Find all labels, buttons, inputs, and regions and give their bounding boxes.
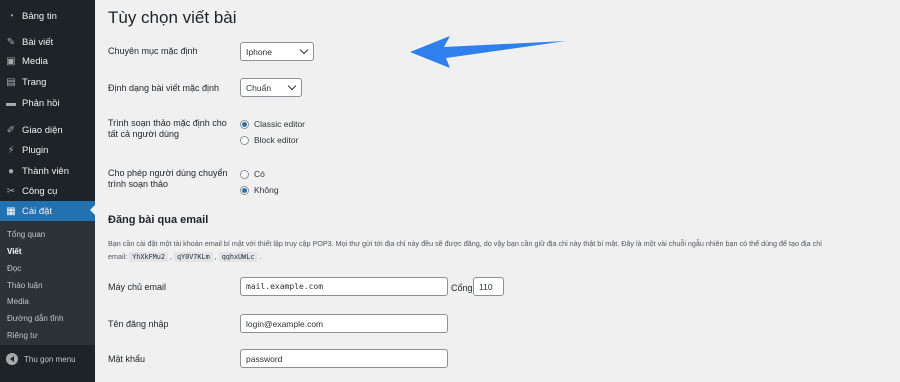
port-label: Cổng <box>451 283 473 293</box>
pin-icon: ✎ <box>6 37 16 48</box>
settings-main: Tùy chọn viết bài Chuyên mục mặc định Ip… <box>95 0 900 382</box>
menu-settings[interactable]: ▦ Cài đặt <box>0 201 95 221</box>
brush-icon: ✐ <box>6 125 16 136</box>
submenu-media[interactable]: Media <box>7 297 29 306</box>
submenu-discussion[interactable]: Thảo luận <box>7 281 43 290</box>
submenu-privacy[interactable]: Riêng tư <box>7 331 38 340</box>
default-format-select[interactable]: Chuẩn <box>240 78 302 97</box>
radio-allow-no[interactable]: Không <box>240 185 279 195</box>
annotation-arrow-icon <box>410 36 566 68</box>
collapse-arrow-icon <box>6 353 18 365</box>
submenu-writing[interactable]: Viết <box>7 247 22 256</box>
submenu-permalinks[interactable]: Đường dẫn tĩnh <box>7 314 63 323</box>
menu-pages[interactable]: ▤ Trang <box>0 73 95 92</box>
random-string: qqhxUWLc <box>218 252 258 262</box>
settings-icon: ▦ <box>6 205 16 217</box>
mail-server-label: Máy chủ email <box>108 282 167 292</box>
radio-block-editor[interactable]: Block editor <box>240 135 298 145</box>
default-category-select[interactable]: Iphone <box>240 42 314 61</box>
menu-plugins[interactable]: ⚡ Plugin <box>0 141 95 160</box>
default-editor-label: Trình soạn thảo mặc định cho tất cả ngườ… <box>108 118 227 139</box>
settings-submenu: Tổng quan Viết Đọc Thảo luận Media Đường… <box>0 221 95 345</box>
mail-server-input[interactable]: mail.example.com <box>240 277 448 296</box>
default-format-label: Định dạng bài viết mặc định <box>108 83 220 93</box>
allow-switch-label: Cho phép người dùng chuyển trình soạn th… <box>108 168 228 189</box>
password-input[interactable]: password <box>240 349 448 368</box>
radio-checked <box>240 185 249 195</box>
radio-classic-editor[interactable]: Classic editor <box>240 119 305 129</box>
radio-unchecked <box>240 135 249 145</box>
default-category-label: Chuyên mục mặc định <box>108 46 198 56</box>
random-string: qY0V7KLm <box>173 252 213 262</box>
collapse-menu-button[interactable]: Thu gọn menu <box>0 351 95 367</box>
menu-comments[interactable]: ▬ Phản hồi <box>0 94 95 113</box>
page-icon: ▤ <box>6 77 16 88</box>
menu-appearance[interactable]: ✐ Giao diện <box>0 121 95 140</box>
media-icon: ▣ <box>6 56 16 67</box>
comment-icon: ▬ <box>6 98 16 109</box>
menu-tools[interactable]: ✂ Công cụ <box>0 182 95 201</box>
menu-posts[interactable]: ✎ Bài viết <box>0 33 95 52</box>
admin-sidebar: ◔ Bảng tin ✎ Bài viết ▣ Media ▤ Trang ▬ … <box>0 0 95 382</box>
chevron-down-icon <box>299 45 309 55</box>
radio-unchecked <box>240 169 249 179</box>
user-icon: ● <box>7 166 15 177</box>
email-section-description: Bạn cần cài đặt một tài khoản email bí m… <box>108 239 822 262</box>
plugin-icon: ⚡ <box>7 145 15 156</box>
menu-media[interactable]: ▣ Media <box>0 52 95 71</box>
username-input[interactable]: login@example.com <box>240 314 448 333</box>
page-title: Tùy chọn viết bài <box>108 8 237 27</box>
menu-users[interactable]: ● Thành viên <box>0 162 95 181</box>
password-label: Mật khẩu <box>108 354 146 364</box>
menu-dashboard[interactable]: ◔ Bảng tin <box>0 7 95 26</box>
radio-checked <box>240 119 249 129</box>
email-section-title: Đăng bài qua email <box>108 214 209 226</box>
username-label: Tên đăng nhập <box>108 319 169 329</box>
port-input[interactable]: 110 <box>473 277 504 296</box>
wrench-icon: ✂ <box>6 186 16 197</box>
submenu-reading[interactable]: Đọc <box>7 264 21 273</box>
submenu-general[interactable]: Tổng quan <box>7 230 45 239</box>
radio-allow-yes[interactable]: Có <box>240 169 265 179</box>
random-string: YhXkFMu2 <box>129 252 168 262</box>
chevron-down-icon <box>287 81 297 91</box>
dashboard-icon: ◔ <box>7 11 15 22</box>
